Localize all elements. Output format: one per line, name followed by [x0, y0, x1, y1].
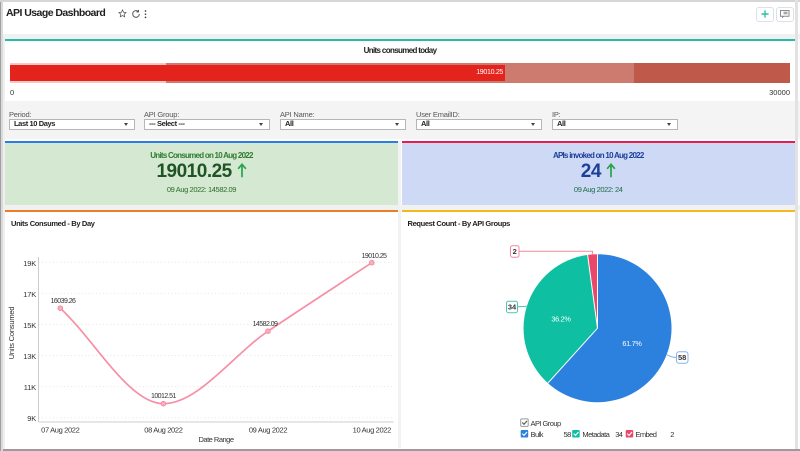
svg-text:11K: 11K [24, 383, 36, 392]
svg-text:Units Consumed: Units Consumed [7, 307, 16, 360]
svg-text:Embed: Embed [635, 430, 656, 439]
svg-text:2: 2 [512, 247, 516, 256]
svg-text:07 Aug 2022: 07 Aug 2022 [41, 426, 79, 435]
svg-text:08 Aug 2022: 08 Aug 2022 [144, 426, 182, 435]
svg-text:14582.09: 14582.09 [253, 321, 278, 328]
svg-text:19010.25: 19010.25 [362, 253, 387, 260]
svg-text:Date Range: Date Range [198, 435, 233, 444]
svg-text:API Group: API Group [530, 419, 560, 428]
svg-text:34: 34 [507, 303, 516, 312]
svg-text:Bulk: Bulk [530, 430, 543, 439]
svg-text:58: 58 [563, 430, 571, 439]
svg-text:61.7%: 61.7% [622, 339, 642, 348]
svg-text:58: 58 [678, 353, 686, 362]
svg-text:16039.26: 16039.26 [51, 298, 76, 305]
svg-text:10 Aug 2022: 10 Aug 2022 [353, 426, 391, 435]
svg-text:10012.51: 10012.51 [151, 393, 176, 400]
svg-text:09 Aug 2022: 09 Aug 2022 [249, 426, 287, 435]
svg-text:19K: 19K [23, 259, 36, 268]
svg-text:2: 2 [670, 430, 674, 439]
svg-text:34: 34 [615, 430, 623, 439]
svg-text:13K: 13K [23, 352, 36, 361]
svg-text:36.2%: 36.2% [551, 314, 571, 323]
svg-text:15K: 15K [23, 321, 36, 330]
svg-text:Metadata: Metadata [582, 430, 610, 439]
svg-text:9K: 9K [27, 414, 36, 423]
svg-text:17K: 17K [23, 290, 36, 299]
